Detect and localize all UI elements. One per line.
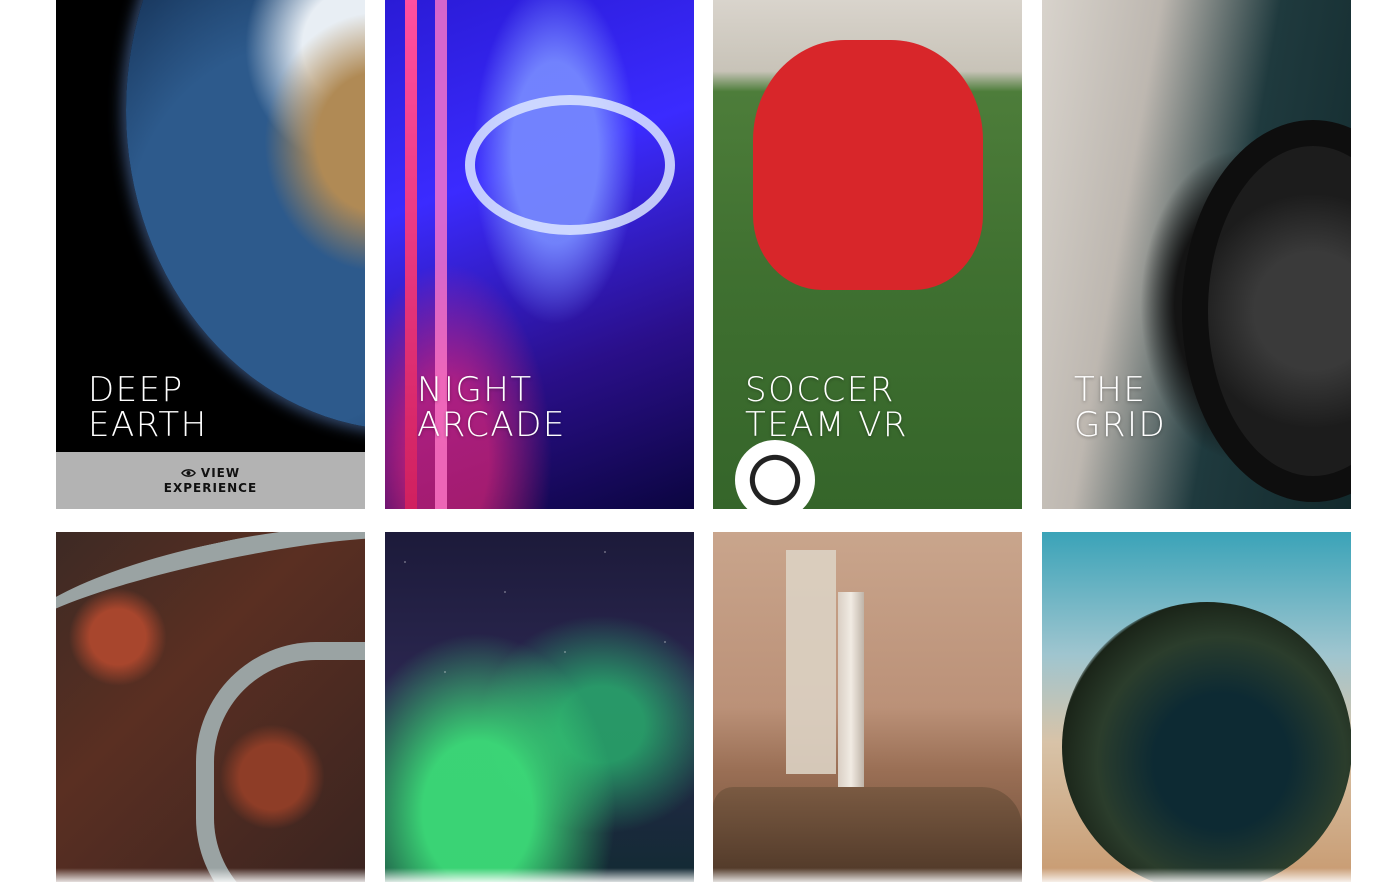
card-soccer-team-vr[interactable]: SOCCER TEAM VR <box>713 0 1022 509</box>
card-image-roads <box>56 532 365 882</box>
view-row: VIEW <box>180 465 241 481</box>
card-mars-rover[interactable] <box>713 532 1022 882</box>
card-title: THE GRID <box>1074 370 1167 445</box>
card-aurora[interactable] <box>385 532 694 882</box>
view-experience-button[interactable]: VIEW EXPERIENCE <box>56 452 365 509</box>
card-title: NIGHT ARCADE <box>417 370 566 445</box>
card-title: DEEP EARTH <box>88 370 208 445</box>
card-deep-earth[interactable]: DEEP EARTH VIEW EXPERIENCE <box>56 0 365 509</box>
experience-grid: DEEP EARTH VIEW EXPERIENCE NIGHT ARCADE … <box>56 0 1351 882</box>
card-image-aurora <box>385 532 694 882</box>
view-label: VIEW <box>200 465 241 480</box>
card-tiny-planet[interactable] <box>1042 532 1351 882</box>
card-image-tiny-planet <box>1042 532 1351 882</box>
experience-label: EXPERIENCE <box>163 480 258 495</box>
card-the-grid[interactable]: THE GRID <box>1042 0 1351 509</box>
eye-icon <box>180 469 196 477</box>
card-image-rover <box>713 532 1022 882</box>
card-night-arcade[interactable]: NIGHT ARCADE <box>385 0 694 509</box>
card-winding-roads[interactable] <box>56 532 365 882</box>
card-title: SOCCER TEAM VR <box>745 370 909 445</box>
